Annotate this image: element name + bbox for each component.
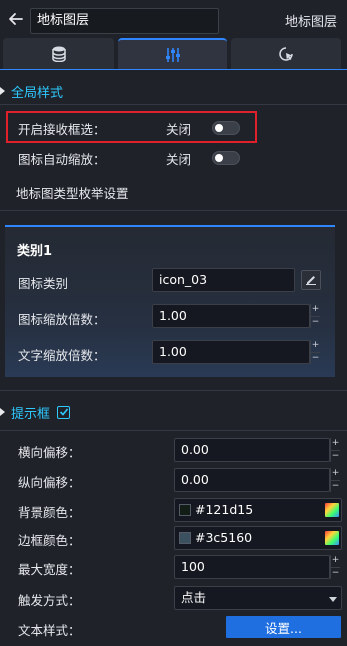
toggle-state-label: 关闭: [166, 152, 192, 167]
text-scale-input[interactable]: 1.00: [152, 340, 310, 364]
increment-icon[interactable]: +: [311, 340, 320, 352]
color-picker-icon[interactable]: [325, 531, 339, 545]
divider: [0, 390, 347, 391]
tab-style[interactable]: [118, 38, 227, 70]
interaction-cursor-icon: [278, 46, 294, 62]
caret-right-icon: [0, 408, 5, 416]
color-swatch: [179, 504, 191, 516]
field-label: 纵向偏移：: [18, 475, 81, 490]
icon-type-row: 图标类别 icon_03: [5, 268, 335, 294]
divider: [0, 210, 347, 211]
decrement-icon[interactable]: −: [311, 351, 320, 365]
offset-y-row: 纵向偏移： 0.00 + −: [0, 466, 347, 494]
layer-type-label: 地标图层: [284, 15, 337, 30]
field-label: 边框颜色：: [18, 533, 81, 548]
divider: [0, 104, 347, 105]
icon-scale-input[interactable]: 1.00: [152, 304, 310, 328]
field-label: 地标图类型枚举设置: [16, 186, 129, 201]
bg-color-row: 背景颜色： #121d15: [0, 496, 347, 524]
caret-right-icon: [0, 87, 5, 95]
field-label: 文本样式：: [18, 623, 81, 638]
tabs-underline: [0, 69, 347, 70]
decrement-icon[interactable]: −: [331, 449, 340, 463]
icon-auto-scale-row: 图标自动缩放： 关闭: [0, 143, 347, 171]
border-color-input[interactable]: #3c5160: [174, 526, 342, 550]
tooltip-enabled-checkbox[interactable]: [57, 406, 70, 419]
field-label: 触发方式：: [18, 593, 81, 608]
text-scale-stepper[interactable]: + −: [310, 340, 320, 364]
color-value: #121d15: [195, 502, 254, 517]
offset-x-row: 横向偏移： 0.00 + −: [0, 436, 347, 464]
tab-interaction[interactable]: [231, 38, 341, 70]
max-width-input[interactable]: 100: [174, 555, 330, 579]
enum-settings-row: 地标图类型枚举设置: [0, 177, 347, 205]
text-scale-row: 文字缩放倍数： 1.00 + −: [5, 340, 335, 366]
offset-y-stepper[interactable]: + −: [330, 468, 340, 492]
highlight-box: [6, 111, 257, 143]
checkmark-icon: [59, 406, 69, 420]
chevron-down-icon: [329, 597, 337, 602]
field-label: 最大宽度：: [18, 562, 81, 577]
divider: [0, 430, 347, 431]
back-arrow-icon[interactable]: [8, 11, 24, 27]
max-width-row: 最大宽度： 100 + −: [0, 553, 347, 581]
field-label: 图标缩放倍数：: [18, 312, 106, 327]
sliders-icon: [165, 47, 181, 63]
increment-icon[interactable]: +: [331, 438, 340, 450]
max-width-stepper[interactable]: + −: [330, 555, 340, 579]
global-style-section-header[interactable]: 全局样式: [0, 78, 347, 104]
color-picker-icon[interactable]: [325, 503, 339, 517]
border-color-row: 边框颜色： #3c5160: [0, 524, 347, 552]
icon-type-input[interactable]: icon_03: [152, 268, 295, 292]
field-label: 图标类别: [18, 276, 69, 291]
category-card: 类别1 图标类别 icon_03 图标缩放倍数： 1.00 + − 文字缩放倍数…: [5, 225, 335, 377]
bg-color-input[interactable]: #121d15: [174, 498, 342, 522]
field-label: 背景颜色：: [18, 505, 81, 520]
decrement-icon[interactable]: −: [331, 479, 340, 493]
increment-icon[interactable]: +: [331, 555, 340, 567]
field-label: 图标自动缩放：: [18, 152, 106, 167]
color-value: #3c5160: [195, 530, 253, 545]
icon-auto-scale-toggle[interactable]: [212, 151, 240, 165]
increment-icon[interactable]: +: [311, 304, 320, 316]
text-style-settings-button[interactable]: 设置...: [226, 616, 341, 638]
offset-y-input[interactable]: 0.00: [174, 468, 330, 492]
tooltip-section-header[interactable]: 提示框: [0, 399, 347, 425]
decrement-icon[interactable]: −: [311, 315, 320, 329]
field-label: 文字缩放倍数：: [18, 348, 106, 363]
increment-icon[interactable]: +: [331, 468, 340, 480]
pencil-icon: [305, 273, 317, 288]
select-value: 点击: [181, 590, 207, 605]
edit-icon-button[interactable]: [301, 270, 321, 290]
tab-data[interactable]: [3, 38, 114, 70]
panel-tabs: [0, 38, 347, 70]
color-swatch: [179, 532, 191, 544]
layer-name-input[interactable]: 地标图层: [30, 8, 219, 34]
category-title: 类别1: [17, 244, 53, 259]
panel-header: 地标图层 地标图层: [0, 0, 347, 38]
offset-x-input[interactable]: 0.00: [174, 438, 330, 462]
field-label: 横向偏移：: [18, 445, 81, 460]
icon-scale-row: 图标缩放倍数： 1.00 + −: [5, 304, 335, 330]
decrement-icon[interactable]: −: [331, 566, 340, 580]
section-label: 提示框: [11, 406, 51, 422]
offset-x-stepper[interactable]: + −: [330, 438, 340, 462]
trigger-row: 触发方式： 点击: [0, 584, 347, 612]
section-label: 全局样式: [11, 85, 64, 101]
trigger-select[interactable]: 点击: [174, 586, 342, 610]
text-style-row: 文本样式： 设置...: [0, 614, 347, 642]
database-icon: [51, 46, 66, 62]
icon-scale-stepper[interactable]: + −: [310, 304, 320, 328]
